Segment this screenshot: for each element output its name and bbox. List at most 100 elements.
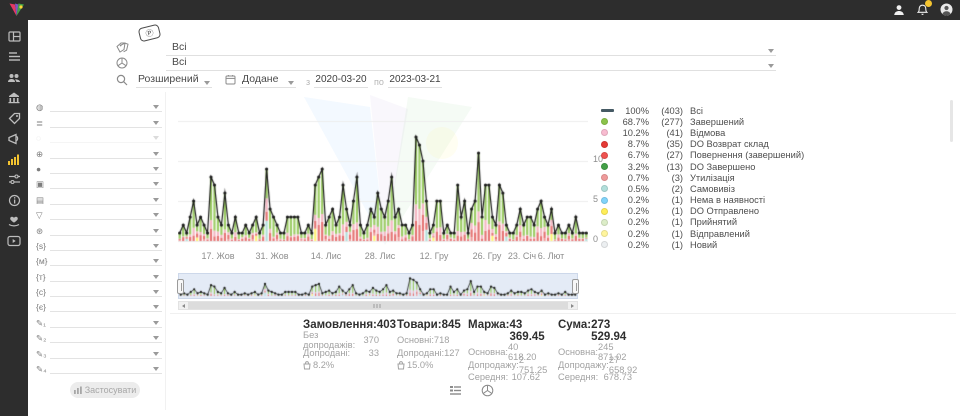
date-field-select[interactable]: Додане — [240, 73, 296, 88]
label-p-icon[interactable]: Ⓟ — [138, 24, 162, 43]
date-to-label: по — [374, 77, 384, 87]
legend-item[interactable]: 0.2%(1)Прийнятий — [601, 217, 804, 228]
legend-item[interactable]: 10.2%(41)Відмова — [601, 127, 804, 138]
stat-title: Товари: — [397, 319, 442, 331]
sidebar-item-dashboard[interactable] — [0, 26, 28, 47]
legend-item[interactable]: 0.2%(1)DO Отправлено — [601, 206, 804, 217]
filter-row-user[interactable]: ● — [36, 159, 162, 174]
var-s-icon: {s} — [36, 241, 50, 251]
stat-sum: Сума:273 529.94 Основна:245 871.02 Допро… — [558, 319, 632, 384]
main-sidebar — [0, 0, 28, 416]
sidebar-item-orders[interactable] — [0, 47, 28, 68]
sidebar-item-marketing[interactable] — [0, 129, 28, 150]
sidebar-item-tutorials[interactable] — [0, 231, 28, 252]
stat-title: Маржа: — [468, 319, 510, 343]
products-icon[interactable] — [480, 383, 495, 398]
legend-item[interactable]: 3.2%(13)DO Завершено — [601, 161, 804, 172]
info-icon — [8, 194, 21, 207]
user-circle-icon: ● — [36, 164, 50, 174]
navigator-handle-left[interactable] — [177, 279, 184, 294]
chevron-down-icon — [153, 367, 159, 371]
support-icon — [7, 214, 21, 227]
label-p-glyph: Ⓟ — [144, 27, 154, 40]
legend-swatch — [601, 152, 608, 159]
legend-item[interactable]: 8.7%(35)DO Возврат склад — [601, 139, 804, 150]
filter-row-custom-3[interactable]: ✎₃ — [36, 343, 162, 358]
chart-horizontal-scrollbar[interactable] — [178, 301, 578, 310]
chevron-down-icon — [153, 198, 159, 202]
chevron-down-icon — [153, 336, 159, 340]
legend-item[interactable]: 68.7%(277)Завершений — [601, 116, 804, 127]
chevron-down-icon — [153, 229, 159, 233]
chart-range-navigator[interactable] — [178, 273, 578, 299]
stat-products: Товари:845 Основні:718 Допродані:127 15.… — [397, 319, 449, 372]
chevron-down-icon — [768, 49, 774, 53]
search-mode-select[interactable]: Розширений — [136, 73, 212, 88]
chevron-down-icon — [204, 81, 210, 85]
filter-row-custom-4[interactable]: ✎₄ — [36, 359, 162, 374]
date-to-input[interactable]: 2023-03-21 — [388, 74, 442, 88]
chevron-down-icon — [153, 213, 159, 217]
apply-filters-button[interactable]: Застосувати — [70, 382, 140, 398]
vertical-scrollbar[interactable] — [950, 100, 953, 142]
scroll-left-arrow[interactable] — [179, 302, 188, 309]
legend-item[interactable]: 0.2%(1)Відправлений — [601, 228, 804, 239]
status-filter-select[interactable]: Всі — [166, 41, 776, 56]
legend-swatch — [601, 109, 614, 111]
filter-row-var-e[interactable]: {є} — [36, 297, 162, 312]
sidebar-item-support[interactable] — [0, 211, 28, 232]
var-e-icon: {є} — [36, 302, 50, 312]
legend-swatch — [601, 174, 608, 181]
sidebar-item-info[interactable] — [0, 190, 28, 211]
filter-row-funnel[interactable]: ▽ — [36, 205, 162, 220]
statuses-list-icon[interactable] — [448, 383, 463, 398]
filter-row-globe-grid[interactable]: ⊛ — [36, 220, 162, 235]
calendar-icon — [225, 74, 236, 85]
y-axis-tick: 0 — [593, 234, 598, 244]
sidebar-item-promos[interactable] — [0, 108, 28, 129]
search-mode-value: Розширений — [138, 73, 199, 85]
brand-logo[interactable] — [8, 3, 25, 17]
notifications-bell-icon[interactable] — [915, 2, 930, 17]
scrollbar-thumb[interactable] — [188, 302, 568, 309]
filter-row-custom-2[interactable]: ✎₂ — [36, 328, 162, 343]
sidebar-item-settings[interactable] — [0, 170, 28, 191]
filter-row-custom-1[interactable]: ✎₁ — [36, 312, 162, 327]
user-icon[interactable] — [891, 2, 906, 17]
legend-item[interactable]: 0.7%(3)Утилізація — [601, 172, 804, 183]
filter-row-globe[interactable]: ◍ — [36, 97, 162, 112]
chevron-down-icon — [153, 275, 159, 279]
stat-title: Сума: — [558, 319, 591, 343]
legend-item[interactable]: 0.5%(2)Самовивіз — [601, 183, 804, 194]
chevron-down-icon — [153, 352, 159, 356]
search-icon[interactable] — [116, 74, 128, 86]
x-axis-tick: 14. Лис — [311, 251, 341, 261]
filter-row-status[interactable]: ◌ — [36, 128, 162, 143]
filter-row-package[interactable]: ▣ — [36, 174, 162, 189]
sidebar-item-analytics[interactable] — [0, 149, 28, 170]
legend-item[interactable]: 0.2%(1)Нема в наявності — [601, 195, 804, 206]
filter-row-image[interactable]: ▤ — [36, 189, 162, 204]
legend-item[interactable]: 0.2%(1)Новий — [601, 239, 804, 250]
date-from-input[interactable]: 2020-03-20 — [314, 74, 368, 88]
scroll-right-arrow[interactable] — [568, 302, 577, 309]
filter-row-add-user[interactable]: ⊕ — [36, 143, 162, 158]
product-filter-select[interactable]: Всі — [166, 56, 776, 71]
chevron-down-icon — [153, 290, 159, 294]
avatar-icon[interactable] — [939, 2, 954, 17]
legend-item[interactable]: 100%(403)Всі — [601, 105, 804, 116]
filter-row-list[interactable]: ≣ — [36, 112, 162, 127]
legend-item[interactable]: 6.7%(27)Повернення (завершений) — [601, 150, 804, 161]
dashboard-icon — [8, 30, 21, 43]
chart-icon — [74, 386, 82, 394]
sidebar-item-store[interactable] — [0, 88, 28, 109]
filter-row-var-t[interactable]: {т} — [36, 266, 162, 281]
promo-tag-icon — [8, 112, 21, 125]
filter-row-var-m[interactable]: {м} — [36, 251, 162, 266]
legend-swatch — [601, 197, 608, 204]
navigator-handle-right[interactable] — [572, 279, 579, 294]
filter-row-var-s[interactable]: {s} — [36, 236, 162, 251]
filter-row-var-c[interactable]: {с} — [36, 282, 162, 297]
orders-status-chart[interactable] — [178, 100, 588, 246]
sidebar-item-customers[interactable] — [0, 67, 28, 88]
